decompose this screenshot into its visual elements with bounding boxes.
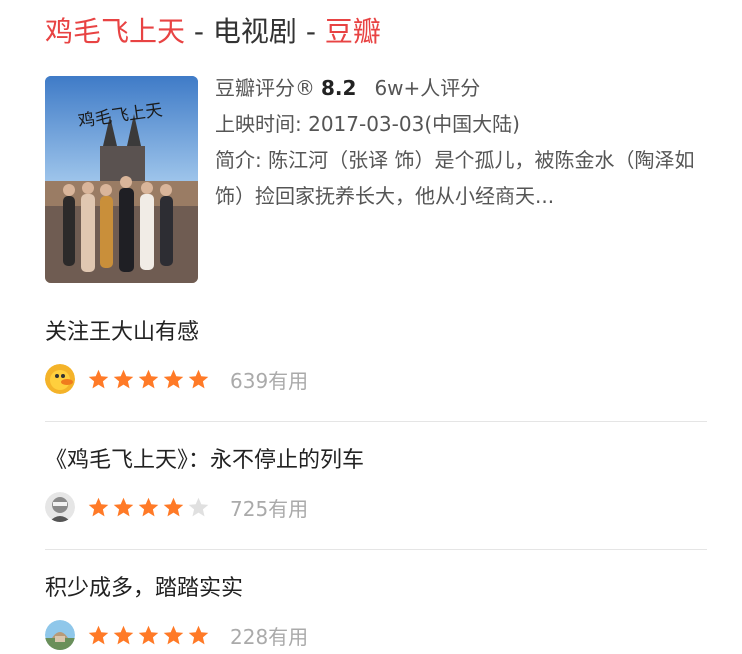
show-title[interactable]: 鸡毛飞上天 (45, 15, 185, 48)
star-filled-icon (163, 369, 184, 388)
star-filled-icon (88, 369, 109, 388)
release-date: 上映时间: 2017-03-03(中国大陆) (215, 112, 520, 136)
star-filled-icon (163, 497, 184, 516)
useful-count[interactable]: 639有用 (230, 365, 308, 394)
review-item[interactable]: 关注王大山有感 639有用 (45, 313, 707, 397)
review-item[interactable]: 《鸡毛飞上天》：永不停止的列车 725有用 (45, 441, 707, 525)
building-avatar-icon[interactable] (45, 620, 75, 650)
divider (45, 549, 707, 550)
show-info: 豆瓣评分® 8.2 6w+人评分 上映时间: 2017-03-03(中国大陆) 简介… (215, 70, 715, 214)
source-label[interactable]: 豆瓣 (325, 15, 381, 48)
star-filled-icon (188, 369, 209, 388)
star-filled-icon (138, 625, 159, 644)
star-empty-icon (188, 497, 209, 516)
star-filled-icon (113, 369, 134, 388)
person-avatar-icon[interactable] (45, 492, 75, 522)
rating-stars (87, 496, 210, 519)
star-filled-icon (88, 625, 109, 644)
rating-value: 8.2 (321, 76, 357, 100)
useful-count[interactable]: 228有用 (230, 621, 308, 650)
star-filled-icon (138, 497, 159, 516)
page-title[interactable]: 鸡毛飞上天 - 电视剧 - 豆瓣 (45, 10, 381, 54)
review-title[interactable]: 积少成多，踏踏实实 (45, 569, 707, 609)
show-poster[interactable]: 鸡毛飞上天 (45, 76, 198, 283)
rating-label: 豆瓣评分® (215, 76, 315, 100)
star-filled-icon (138, 369, 159, 388)
rating-stars (87, 368, 210, 391)
title-separator-2: - (296, 15, 325, 48)
star-filled-icon (163, 625, 184, 644)
star-filled-icon (113, 497, 134, 516)
review-title[interactable]: 关注王大山有感 (45, 313, 707, 353)
review-meta: 228有用 (45, 617, 707, 653)
duck-avatar-icon[interactable] (45, 364, 75, 394)
star-filled-icon (88, 497, 109, 516)
poster-image: 鸡毛飞上天 (45, 76, 198, 283)
review-item[interactable]: 积少成多，踏踏实实 228有用 (45, 569, 707, 653)
useful-count[interactable]: 725有用 (230, 493, 308, 522)
review-title[interactable]: 《鸡毛飞上天》：永不停止的列车 (45, 441, 707, 481)
review-meta: 639有用 (45, 361, 707, 397)
star-filled-icon (113, 625, 134, 644)
category-label: 电视剧 (212, 15, 297, 48)
title-separator: - (185, 15, 213, 48)
star-filled-icon (188, 625, 209, 644)
divider (45, 421, 707, 422)
rating-count: 6w+人评分 (374, 76, 481, 100)
rating-line: 豆瓣评分® 8.2 6w+人评分 (215, 70, 715, 106)
rating-stars (87, 624, 210, 647)
review-meta: 725有用 (45, 489, 707, 525)
summary-text[interactable]: 简介: 陈江河（张译 饰）是个孤儿，被陈金水（陶泽如 饰）捡回家抚养长大，他从小… (215, 142, 695, 214)
